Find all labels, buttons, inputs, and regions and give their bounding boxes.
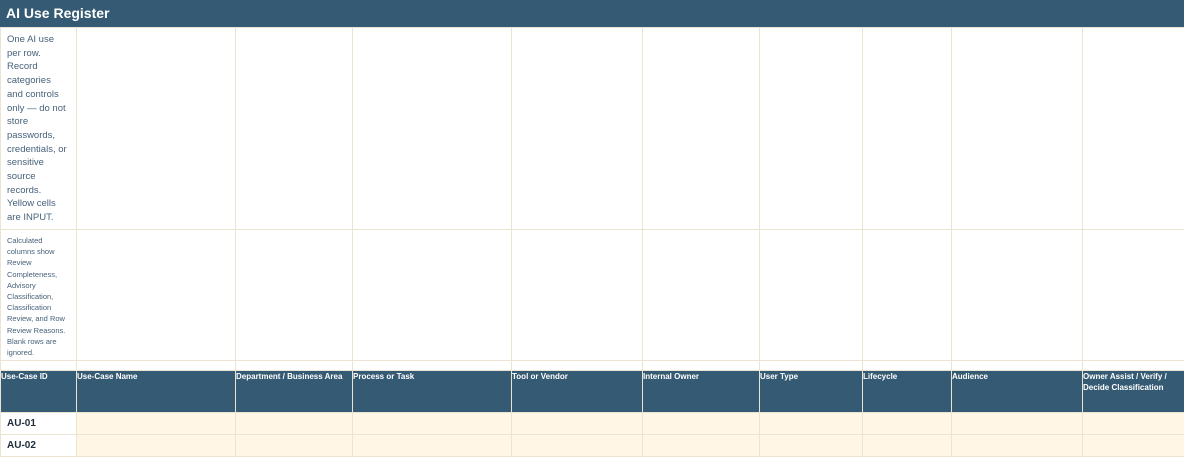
input-cell[interactable] bbox=[235, 412, 353, 435]
header-use-case-name[interactable]: Use-Case Name bbox=[76, 370, 236, 413]
input-cell[interactable] bbox=[1082, 412, 1184, 435]
empty-cell[interactable] bbox=[511, 360, 643, 371]
calculated-note-cell[interactable]: Calculated columns show Review Completen… bbox=[0, 229, 77, 361]
header-classification[interactable]: Owner Assist / Verify / Decide Classific… bbox=[1082, 370, 1184, 413]
empty-cell[interactable] bbox=[352, 27, 512, 230]
empty-cell[interactable] bbox=[0, 360, 77, 371]
table-row: AU-01 bbox=[0, 412, 1184, 435]
table-row: AU-02 bbox=[0, 434, 1184, 457]
spacer-row bbox=[0, 360, 1184, 371]
empty-cell[interactable] bbox=[759, 360, 863, 371]
empty-cell[interactable] bbox=[951, 27, 1083, 230]
empty-cell[interactable] bbox=[951, 360, 1083, 371]
input-cell[interactable] bbox=[235, 434, 353, 457]
header-department[interactable]: Department / Business Area bbox=[235, 370, 353, 413]
empty-cell[interactable] bbox=[76, 27, 236, 230]
header-use-case-id[interactable]: Use-Case ID bbox=[0, 370, 77, 413]
input-cell[interactable] bbox=[642, 412, 760, 435]
register-grid: One AI use per row. Record categories an… bbox=[0, 27, 1184, 457]
header-process-or-task[interactable]: Process or Task bbox=[352, 370, 512, 413]
input-cell[interactable] bbox=[759, 434, 863, 457]
empty-cell[interactable] bbox=[759, 229, 863, 361]
header-audience[interactable]: Audience bbox=[951, 370, 1083, 413]
input-cell[interactable] bbox=[862, 434, 952, 457]
input-cell[interactable] bbox=[1082, 434, 1184, 457]
input-cell[interactable] bbox=[951, 412, 1083, 435]
empty-cell[interactable] bbox=[511, 229, 643, 361]
input-cell[interactable] bbox=[951, 434, 1083, 457]
input-cell[interactable] bbox=[759, 412, 863, 435]
input-cell[interactable] bbox=[76, 434, 236, 457]
spreadsheet: AI Use Register One AI use per row. Reco… bbox=[0, 0, 1184, 459]
calculated-note-text: Calculated columns show Review Completen… bbox=[7, 236, 66, 358]
column-header-row: Use-Case ID Use-Case Name Department / B… bbox=[0, 370, 1184, 413]
empty-cell[interactable] bbox=[951, 229, 1083, 361]
empty-cell[interactable] bbox=[235, 27, 353, 230]
empty-cell[interactable] bbox=[235, 360, 353, 371]
use-case-id-cell[interactable]: AU-02 bbox=[0, 434, 77, 457]
empty-cell[interactable] bbox=[862, 360, 952, 371]
input-cell[interactable] bbox=[511, 412, 643, 435]
instructions-row: One AI use per row. Record categories an… bbox=[0, 27, 1184, 230]
empty-cell[interactable] bbox=[511, 27, 643, 230]
empty-cell[interactable] bbox=[1082, 360, 1184, 371]
instruction-cell[interactable]: One AI use per row. Record categories an… bbox=[0, 27, 77, 230]
input-cell[interactable] bbox=[511, 434, 643, 457]
empty-cell[interactable] bbox=[76, 229, 236, 361]
use-case-id-cell[interactable]: AU-01 bbox=[0, 412, 77, 435]
header-user-type[interactable]: User Type bbox=[759, 370, 863, 413]
empty-cell[interactable] bbox=[352, 229, 512, 361]
input-cell[interactable] bbox=[76, 412, 236, 435]
empty-cell[interactable] bbox=[235, 229, 353, 361]
empty-cell[interactable] bbox=[862, 229, 952, 361]
header-lifecycle[interactable]: Lifecycle bbox=[862, 370, 952, 413]
input-cell[interactable] bbox=[352, 434, 512, 457]
empty-cell[interactable] bbox=[352, 360, 512, 371]
empty-cell[interactable] bbox=[642, 229, 760, 361]
empty-cell[interactable] bbox=[76, 360, 236, 371]
empty-cell[interactable] bbox=[1082, 229, 1184, 361]
empty-cell[interactable] bbox=[642, 360, 760, 371]
empty-cell[interactable] bbox=[862, 27, 952, 230]
instruction-text: One AI use per row. Record categories an… bbox=[7, 34, 67, 224]
header-tool-or-vendor[interactable]: Tool or Vendor bbox=[511, 370, 643, 413]
empty-cell[interactable] bbox=[1082, 27, 1184, 230]
input-cell[interactable] bbox=[642, 434, 760, 457]
input-cell[interactable] bbox=[862, 412, 952, 435]
empty-cell[interactable] bbox=[642, 27, 760, 230]
sheet-title: AI Use Register bbox=[0, 0, 1184, 27]
calculated-note-row: Calculated columns show Review Completen… bbox=[0, 229, 1184, 361]
header-internal-owner[interactable]: Internal Owner bbox=[642, 370, 760, 413]
input-cell[interactable] bbox=[352, 412, 512, 435]
empty-cell[interactable] bbox=[759, 27, 863, 230]
